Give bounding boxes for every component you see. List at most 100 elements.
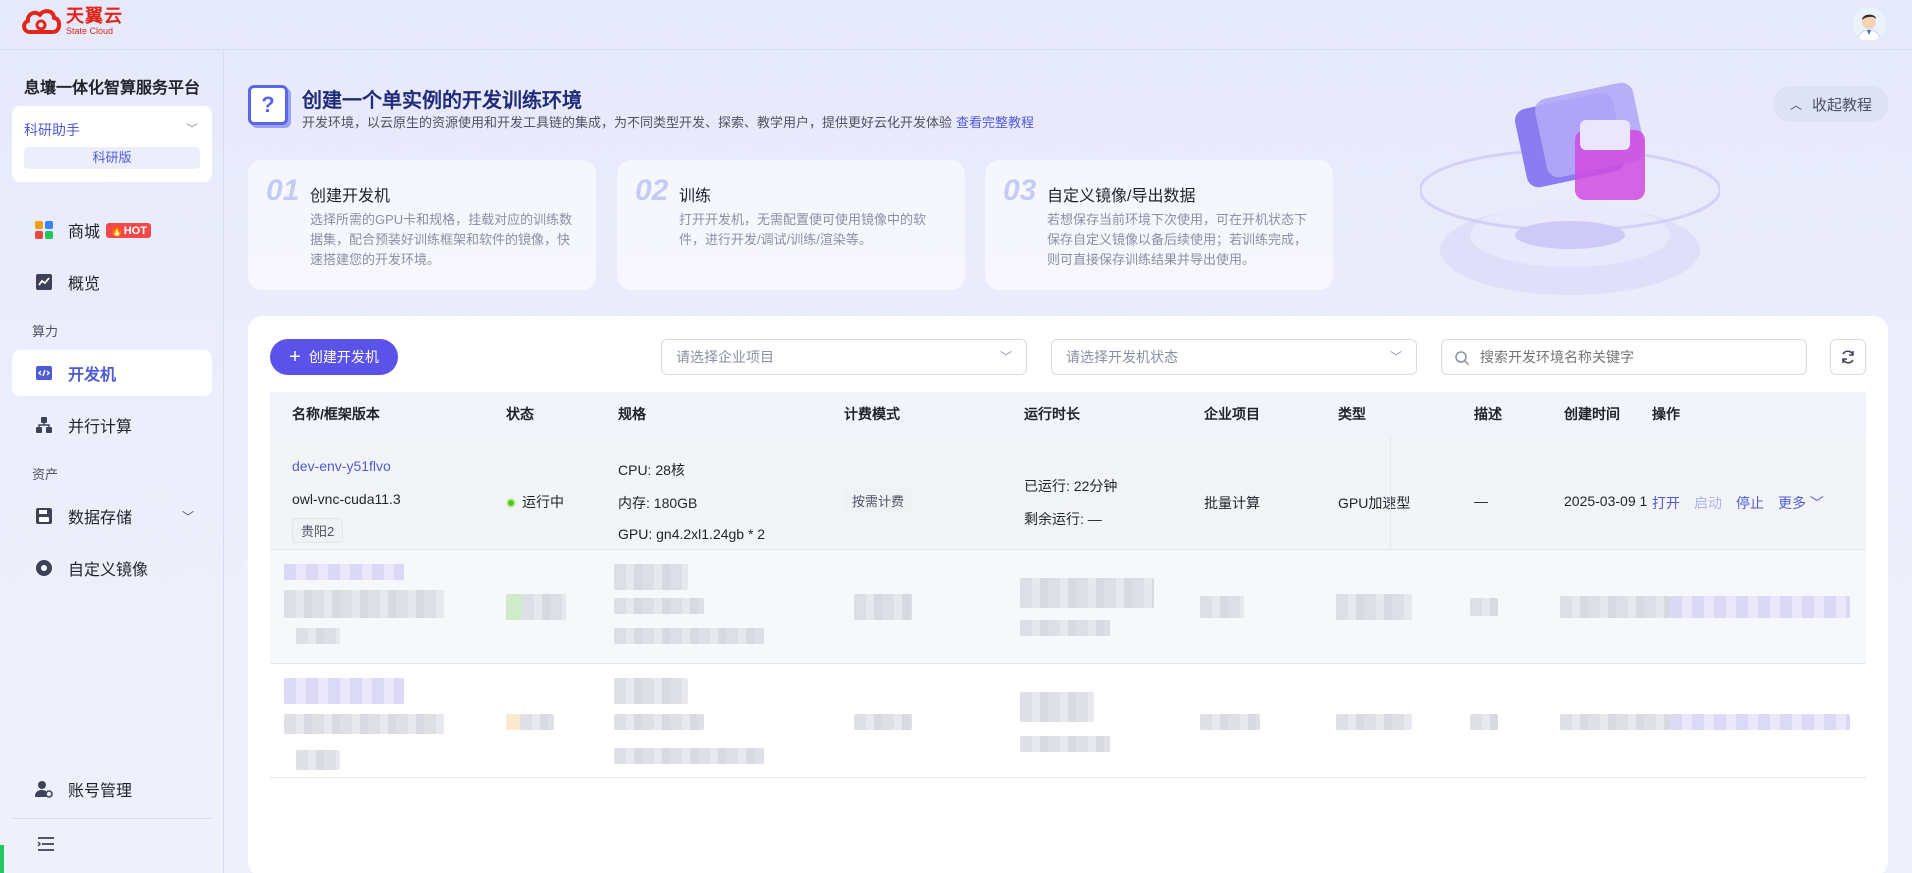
user-settings-icon (34, 779, 54, 799)
step-desc: 打开开发机，无需配置便可使用镜像中的软件，进行开发/调试/训练/渲染等。 (679, 212, 927, 247)
chart-line-icon (34, 272, 54, 292)
redacted-cell (854, 714, 912, 730)
table-row[interactable] (270, 664, 1866, 778)
question-icon: ? (248, 85, 288, 125)
runtime-remaining: 剩余运行: — (1024, 511, 1102, 527)
edition-chip: 科研版 (24, 147, 200, 169)
region-tag: 贵阳2 (292, 518, 344, 543)
redacted-cell (1020, 578, 1154, 608)
brand-name-en: State Cloud (66, 25, 114, 36)
sidebar-item-label: 商城 (68, 224, 101, 241)
chevron-down-icon: ﹀ (181, 509, 194, 524)
status-accent-bar (0, 845, 4, 873)
platform-title: 息壤一体化智算服务平台 (24, 80, 201, 97)
start-button[interactable]: 启动 (1694, 495, 1722, 511)
instance-type: GPU加速型 (1338, 495, 1411, 511)
refresh-button[interactable] (1830, 339, 1866, 375)
chevron-down-icon: ﹀ (1389, 350, 1402, 364)
redacted-cell (1200, 714, 1260, 730)
sidebar-item-account[interactable]: 账号管理 (12, 766, 212, 812)
sidebar-item-label: 数据存储 (68, 510, 133, 527)
created-time: 2025-03-09 1 (1564, 493, 1648, 509)
redacted-cell (506, 714, 520, 730)
sidebar-item-label: 账号管理 (68, 783, 133, 800)
column-header: 操作 (1652, 406, 1680, 422)
grid-apps-icon (34, 220, 54, 240)
redacted-cell (1020, 692, 1094, 722)
redacted-cell (1560, 714, 1670, 730)
redacted-cell (520, 714, 554, 730)
tutorial-link[interactable]: 查看完整教程 (956, 115, 1034, 130)
redacted-cell (1020, 736, 1110, 752)
step-card-train: 02 训练 打开开发机，无需配置便可使用镜像中的软件，进行开发/调试/训练/渲染… (617, 160, 965, 290)
redacted-cell (284, 564, 404, 580)
table-header: 名称/框架版本 状态 规格 计费模式 运行时长 企业项目 类型 描述 创建时间 … (270, 392, 1866, 436)
avatar[interactable] (1852, 7, 1886, 41)
status-select[interactable]: 请选择开发机状态 ﹀ (1051, 339, 1417, 375)
redacted-cell (1336, 594, 1412, 620)
step-title: 训练 (679, 188, 712, 205)
sidebar-item-label: 自定义镜像 (68, 562, 149, 579)
collapse-tutorial-button[interactable]: ︿ 收起教程 (1773, 86, 1889, 122)
redacted-cell (614, 748, 764, 764)
table-row[interactable] (270, 550, 1866, 664)
redacted-cell (1200, 596, 1244, 618)
chevron-down-icon: ﹀ (185, 122, 198, 136)
redacted-cell (614, 564, 688, 590)
redacted-cell (854, 594, 912, 620)
redacted-cell (614, 714, 704, 730)
redacted-cell (614, 628, 764, 644)
page-title: 创建一个单实例的开发训练环境 (302, 90, 582, 112)
step-card-image: 03 自定义镜像/导出数据 若想保存当前环境下次使用，可在开机状态下保存自定义镜… (985, 160, 1333, 290)
sidebar-item-parallel[interactable]: 并行计算 (12, 402, 212, 448)
sidebar-item-devmachine[interactable]: 开发机 (12, 350, 212, 396)
code-window-icon (34, 363, 54, 383)
column-header: 名称/框架版本 (292, 406, 380, 422)
redacted-cell (296, 628, 340, 644)
redacted-cell (1670, 714, 1850, 730)
chevron-down-icon: ﹀ (999, 350, 1012, 364)
column-header: 企业项目 (1204, 406, 1260, 422)
collapse-sidebar-button[interactable] (36, 834, 56, 854)
column-header: 计费模式 (844, 406, 900, 422)
assistant-selector[interactable]: 科研助手 ﹀ 科研版 (12, 106, 212, 182)
search-input[interactable] (1480, 349, 1780, 365)
stop-button[interactable]: 停止 (1736, 495, 1764, 511)
brand-logo[interactable]: 天翼云 State Cloud (20, 6, 123, 36)
redacted-cell (284, 590, 444, 618)
env-name-link[interactable]: dev-env-y51flvo (292, 458, 391, 474)
top-bar: 天翼云 State Cloud (0, 0, 1912, 50)
sidebar-item-overview[interactable]: 概览 (12, 259, 212, 305)
plus-icon: + (289, 346, 301, 368)
user-avatar-icon (1852, 7, 1886, 41)
column-header: 类型 (1338, 406, 1366, 422)
table-row[interactable]: dev-env-y51flvo owl-vnc-cuda11.3 贵阳2 运行中… (270, 436, 1866, 550)
column-header: 创建时间 (1564, 406, 1620, 422)
project-select[interactable]: 请选择企业项目 ﹀ (661, 339, 1027, 375)
brand-name: 天翼云 (66, 5, 123, 26)
sidebar-item-custom-image[interactable]: 自定义镜像 (12, 545, 212, 591)
sidebar-item-label: 概览 (68, 276, 101, 293)
menu-collapse-icon (37, 837, 54, 851)
description: — (1474, 493, 1488, 509)
create-devmachine-button[interactable]: + 创建开发机 (270, 339, 398, 375)
step-title: 创建开发机 (310, 188, 391, 205)
sidebar-item-storage[interactable]: 数据存储 ﹀ (12, 493, 212, 539)
redacted-cell (1470, 598, 1498, 616)
open-button[interactable]: 打开 (1652, 495, 1680, 511)
redacted-cell (506, 594, 522, 620)
step-number: 01 (266, 174, 300, 207)
sidebar-item-label: 开发机 (68, 367, 117, 384)
more-dropdown[interactable]: 更多 ﹀ (1778, 495, 1824, 511)
step-number: 02 (635, 174, 669, 207)
enterprise-project: 批量计算 (1204, 495, 1260, 511)
redacted-cell (1670, 596, 1850, 618)
search-field[interactable] (1441, 339, 1807, 375)
spec-cpu: CPU: 28核 (618, 462, 685, 478)
dev-machine-panel: + 创建开发机 请选择企业项目 ﹀ 请选择开发机状态 ﹀ 名称/框架版本 状态 … (248, 316, 1888, 873)
sidebar-item-mall[interactable]: 商城 🔥HOT (12, 207, 212, 253)
billing-tag: 按需计费 (844, 488, 913, 513)
spec-memory: 内存: 180GB (618, 495, 698, 511)
redacted-cell (1560, 596, 1670, 618)
redacted-cell (284, 678, 404, 704)
